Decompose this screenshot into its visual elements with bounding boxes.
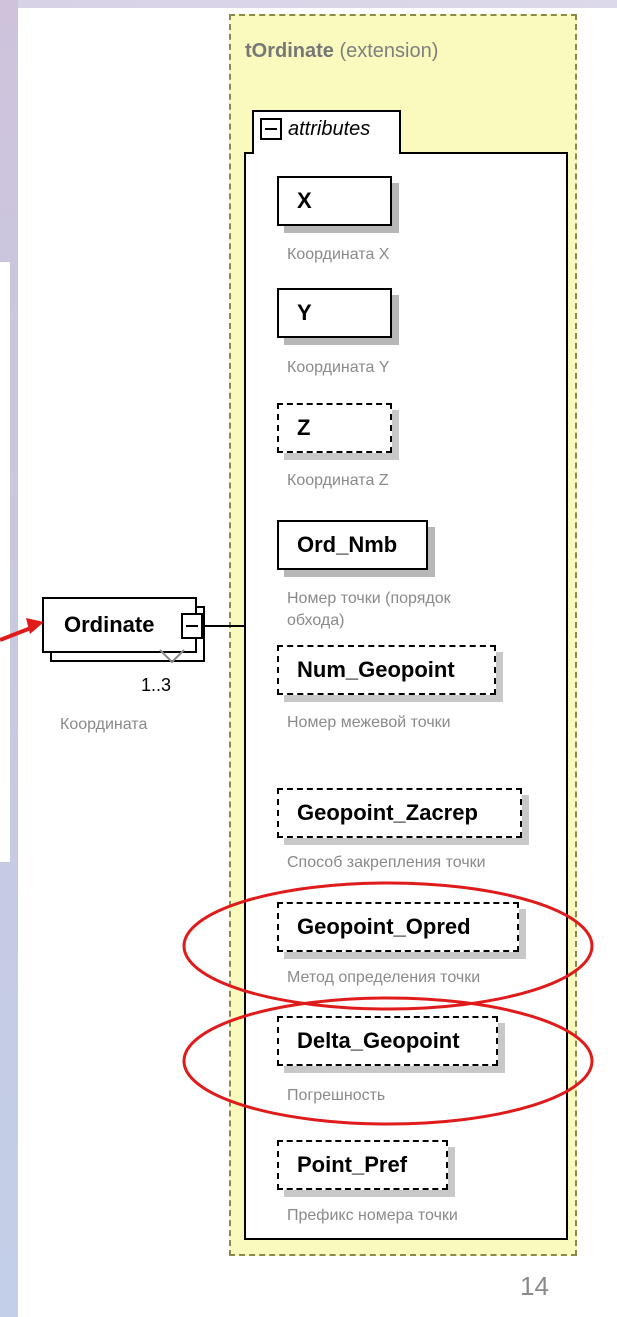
annotation-overlay xyxy=(0,618,594,1126)
cardinality-marker-icon xyxy=(159,649,185,664)
highlight-ellipse-delta-geopoint xyxy=(182,996,594,1126)
highlight-ellipse-geopoint-opred xyxy=(182,881,594,1011)
red-arrow-head-icon xyxy=(26,618,44,634)
